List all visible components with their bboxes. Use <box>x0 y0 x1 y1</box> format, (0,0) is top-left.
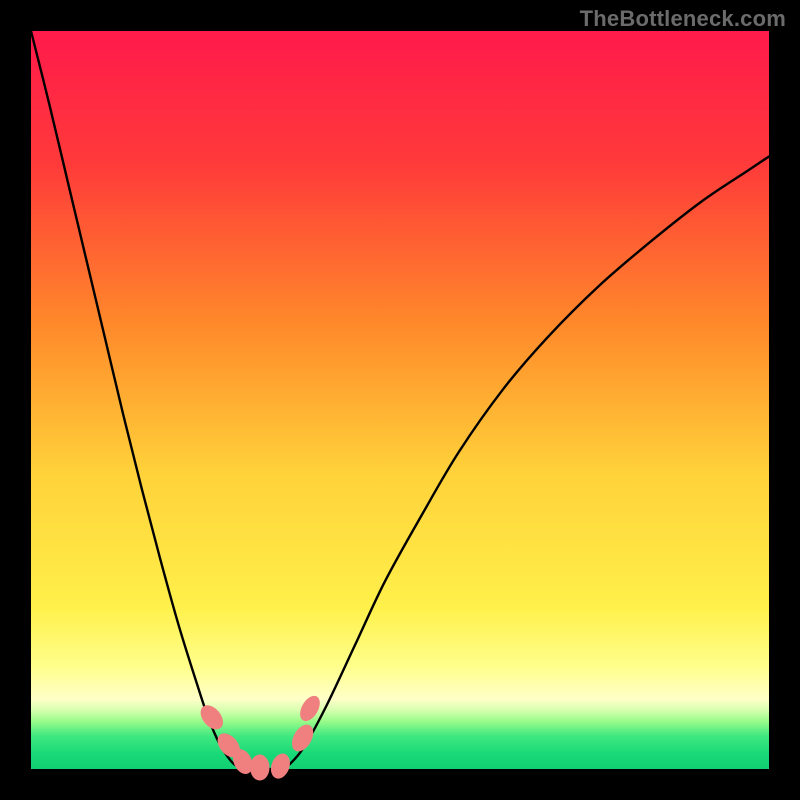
curve-marker <box>250 755 269 781</box>
chart-root: TheBottleneck.com <box>0 0 800 800</box>
plot-background <box>31 31 769 769</box>
bottleneck-chart <box>0 0 800 800</box>
